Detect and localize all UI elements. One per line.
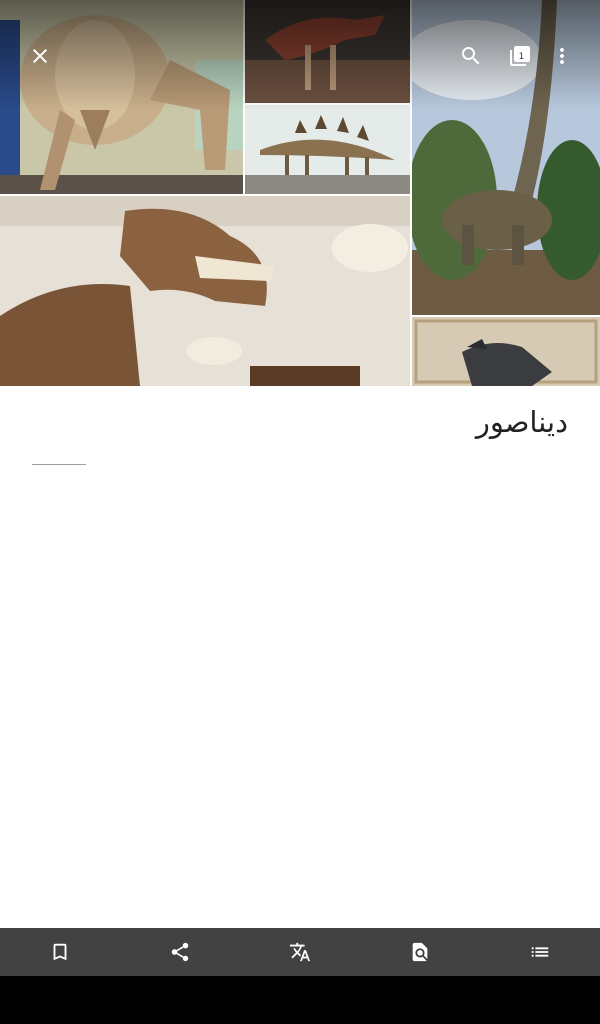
tabs-button[interactable]: 1 xyxy=(502,38,538,74)
tabs-count: 1 xyxy=(518,52,525,62)
translate-button[interactable] xyxy=(276,928,324,976)
save-button[interactable] xyxy=(36,928,84,976)
lead-image-trex[interactable] xyxy=(0,196,410,386)
contents-button[interactable] xyxy=(516,928,564,976)
find-in-page-button[interactable] xyxy=(396,928,444,976)
close-icon xyxy=(33,49,47,63)
search-icon xyxy=(462,47,480,65)
lead-image-collage[interactable]: 1 xyxy=(0,0,600,386)
find-in-page-icon xyxy=(412,942,428,962)
search-button[interactable] xyxy=(453,38,489,74)
share-icon xyxy=(171,942,189,962)
lead-image-ceiling-skeleton[interactable] xyxy=(412,317,600,386)
bottom-action-bar xyxy=(0,928,600,976)
system-navigation-bar xyxy=(0,976,600,1024)
translate-icon xyxy=(289,942,311,962)
close-button[interactable] xyxy=(22,38,58,74)
overflow-menu-button[interactable] xyxy=(544,38,580,74)
lead-image-triceratops[interactable] xyxy=(0,0,243,194)
share-button[interactable] xyxy=(156,928,204,976)
more-vert-icon xyxy=(560,48,564,64)
title-divider xyxy=(32,464,86,465)
article-title: دیناصور xyxy=(475,405,568,439)
lead-image-theropod[interactable] xyxy=(245,0,410,103)
list-icon xyxy=(531,947,549,957)
bookmark-icon xyxy=(53,943,67,961)
lead-image-stegosaurus[interactable] xyxy=(245,105,410,194)
